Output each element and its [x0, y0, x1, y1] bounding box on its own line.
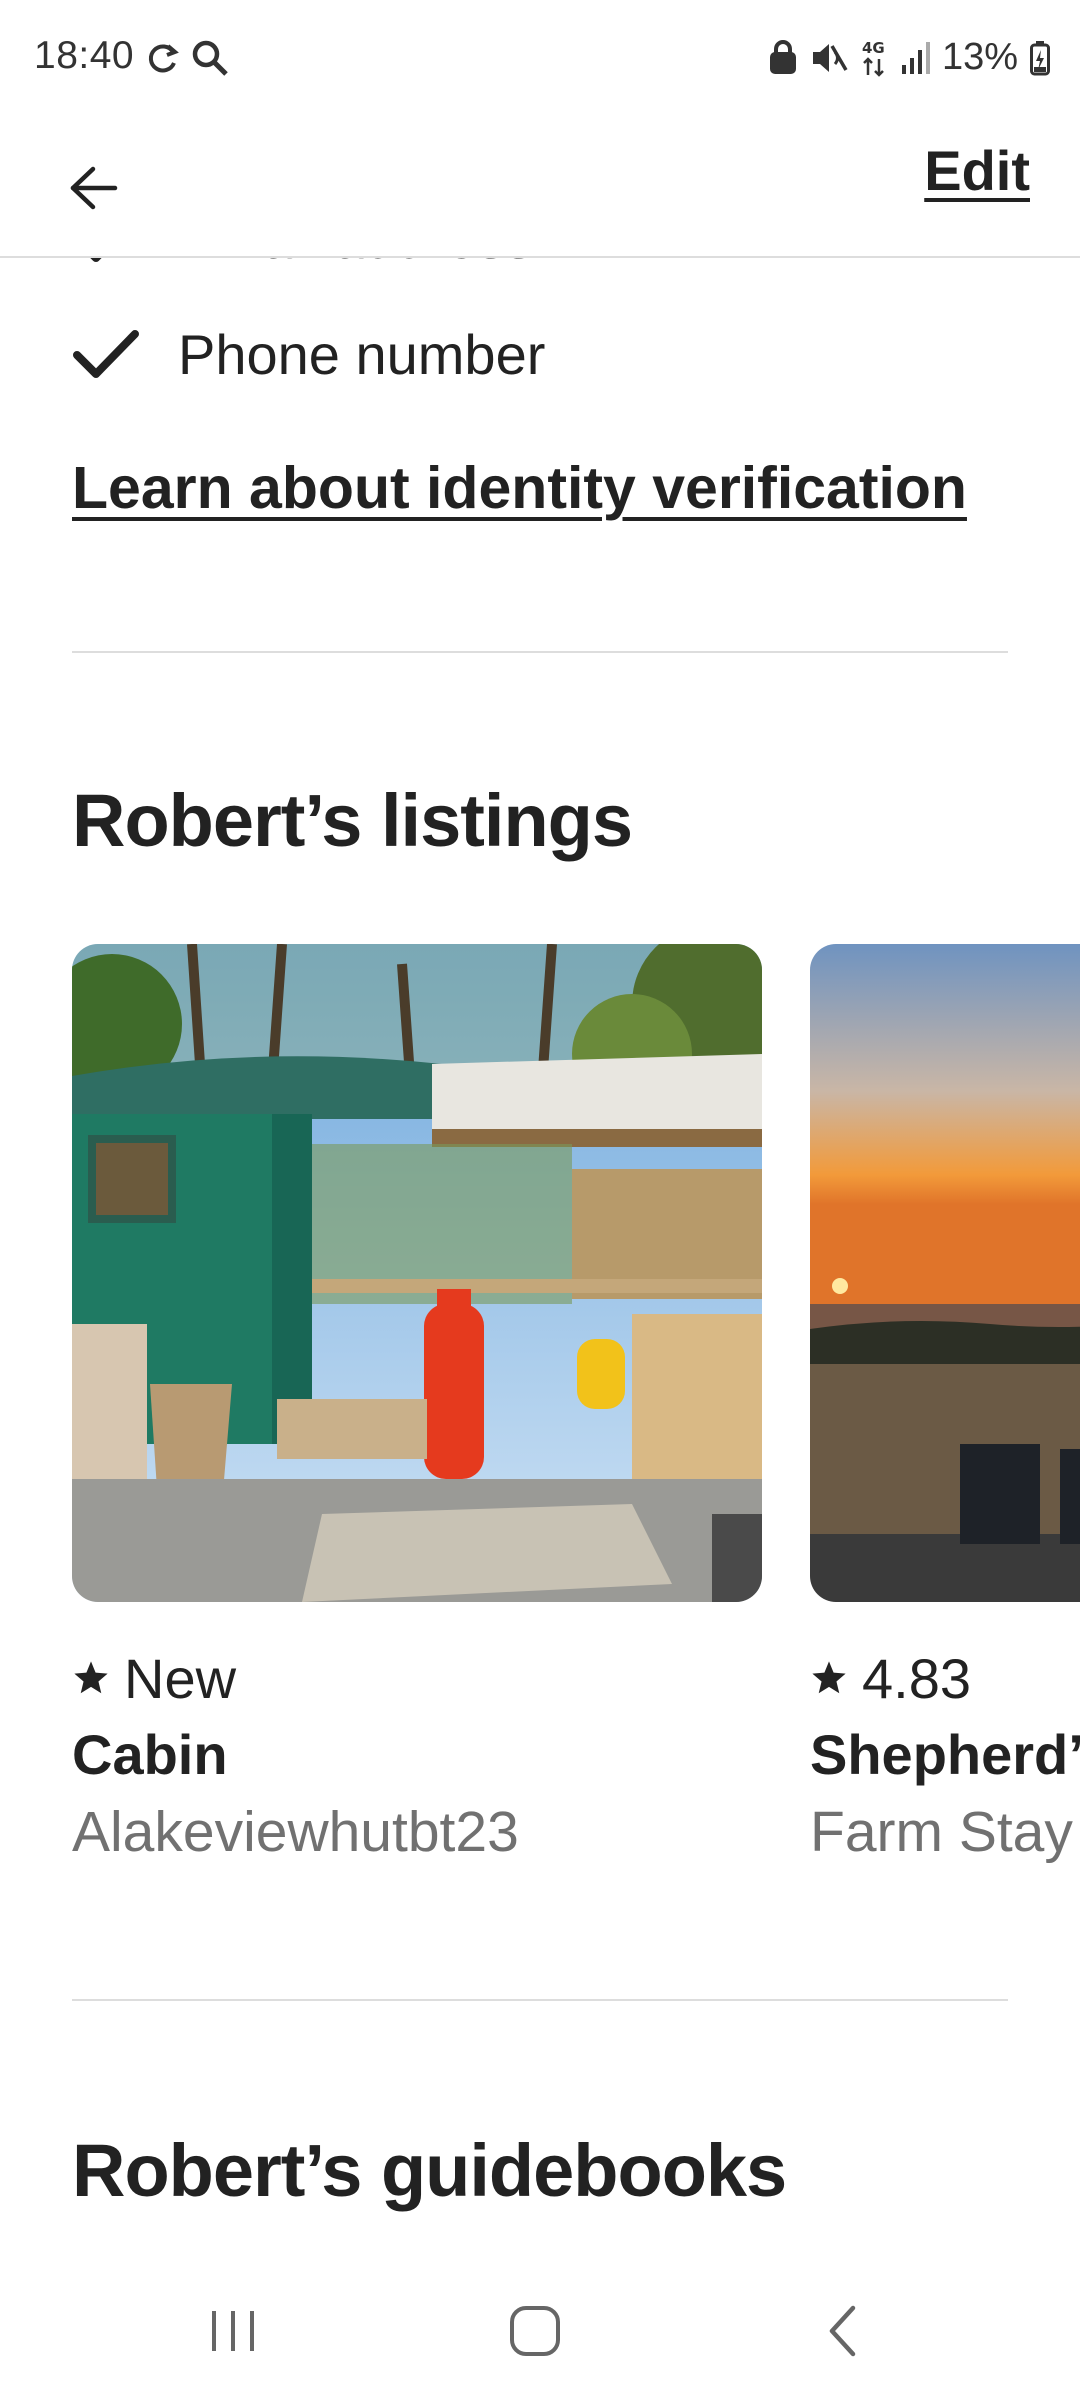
guidebooks-heading: Robert’s guidebooks — [72, 2129, 787, 2212]
recent-apps-icon — [212, 2311, 254, 2351]
verified-item-phone: Phone number — [72, 322, 545, 387]
status-time: 18:40 — [34, 34, 135, 77]
listing-rating-value: 4.83 — [862, 1646, 971, 1710]
home-icon — [510, 2306, 560, 2356]
status-left-icons — [142, 38, 230, 83]
listing-subtitle: Alakeviewhutbt23 — [72, 1800, 519, 1864]
status-right: 4G 13% — [768, 36, 1050, 79]
profile-content[interactable]: Email address Phone number Learn about i… — [0, 256, 1080, 2266]
recent-apps-button[interactable] — [188, 2296, 278, 2366]
verified-item-label: Phone number — [178, 323, 546, 386]
edit-button[interactable]: Edit — [924, 138, 1030, 203]
home-button[interactable] — [490, 2296, 580, 2366]
listing-card[interactable]: 4.83 Shepherd’ Farm Stay — [810, 944, 1080, 1865]
system-back-button[interactable] — [798, 2296, 888, 2366]
search-icon — [190, 38, 230, 83]
listing-type: Shepherd’ — [810, 1723, 1080, 1786]
divider — [72, 1999, 1008, 2001]
listing-rating: 4.83 — [810, 1644, 1080, 1712]
verified-item-email: Email address — [72, 256, 533, 271]
check-icon — [73, 329, 139, 378]
listing-rating-value: New — [124, 1646, 237, 1710]
listing-subtitle: Farm Stay — [810, 1800, 1073, 1864]
listing-photo[interactable] — [72, 944, 762, 1602]
back-button[interactable] — [58, 152, 130, 224]
chevron-left-icon — [829, 2305, 856, 2357]
star-icon — [74, 1661, 108, 1694]
sync-icon — [142, 38, 182, 83]
battery-percent: 13% — [941, 36, 1018, 78]
arrow-left-icon — [70, 166, 118, 210]
signal-icon — [900, 41, 930, 75]
lock-icon — [768, 39, 798, 76]
listings-heading: Robert’s listings — [72, 779, 633, 862]
divider — [72, 651, 1008, 653]
mute-icon — [810, 40, 848, 76]
status-bar: 18:40 4G 13% — [0, 0, 1080, 118]
svg-text:4G: 4G — [862, 39, 885, 57]
listing-card[interactable]: New Cabin Alakeviewhutbt23 — [72, 944, 762, 1865]
star-icon — [812, 1661, 846, 1694]
battery-icon — [1030, 40, 1050, 76]
listing-type: Cabin — [72, 1723, 228, 1786]
listing-rating: New — [72, 1644, 762, 1712]
learn-identity-verification-link[interactable]: Learn about identity verification — [72, 454, 967, 522]
system-nav-bar — [0, 2266, 1080, 2400]
app-bar: Edit — [0, 118, 1080, 258]
network-4g-icon: 4G — [860, 39, 888, 77]
verified-item-label: Email address — [178, 256, 533, 271]
listing-photo[interactable] — [810, 944, 1080, 1602]
